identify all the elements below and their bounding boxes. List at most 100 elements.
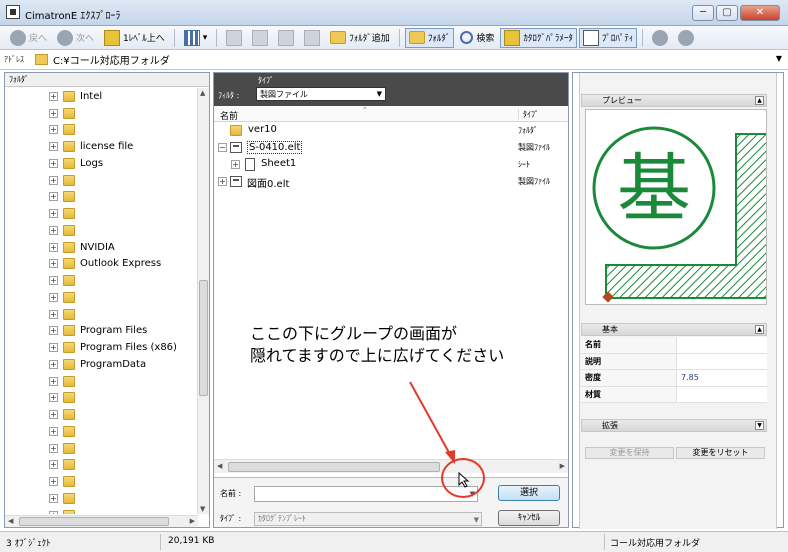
select-button[interactable]: 選択 bbox=[498, 485, 560, 501]
tree-item[interactable]: + bbox=[5, 222, 198, 239]
tree-item[interactable]: + bbox=[5, 390, 198, 407]
tree-hscroll-thumb[interactable] bbox=[19, 517, 169, 526]
expand-icon[interactable]: + bbox=[49, 309, 58, 319]
folders-toggle-button[interactable]: ﾌｫﾙﾀﾞ bbox=[404, 27, 455, 48]
tree-item[interactable]: + bbox=[5, 105, 198, 122]
file-row-folder[interactable]: ver10 ﾌｫﾙﾀﾞ bbox=[214, 122, 568, 139]
tree-item[interactable]: + Program Files bbox=[5, 323, 198, 340]
properties-button[interactable]: ﾌﾟﾛﾊﾟﾃｨ bbox=[578, 27, 638, 48]
catalog-params-button[interactable]: ｶﾀﾛｸﾞﾊﾟﾗﾒｰﾀ bbox=[500, 27, 577, 48]
expand-icon[interactable]: + bbox=[49, 125, 58, 135]
new-folder-button[interactable]: ﾌｫﾙﾀﾞ追加 bbox=[326, 28, 394, 48]
expand-icon[interactable]: + bbox=[49, 259, 58, 269]
extended-section-title[interactable]: 拡張 ▼ bbox=[581, 419, 767, 432]
expand-icon[interactable]: + bbox=[49, 343, 58, 353]
column-type-header[interactable]: ﾀｲﾌﾟ bbox=[518, 109, 539, 120]
tree-item[interactable]: + bbox=[5, 272, 198, 289]
expand-icon[interactable]: + bbox=[49, 175, 58, 185]
basic-section-title[interactable]: 基本 ▲ bbox=[581, 323, 767, 336]
tree-item[interactable]: + bbox=[5, 490, 198, 507]
tree-item[interactable]: + bbox=[5, 205, 198, 222]
expand-icon[interactable]: + bbox=[49, 410, 58, 420]
expand-icon[interactable]: + bbox=[49, 359, 58, 369]
tree-item[interactable]: + Program Files (x86) bbox=[5, 339, 198, 356]
scroll-left-icon[interactable]: ◀ bbox=[217, 462, 222, 470]
expand-icon[interactable]: + bbox=[49, 460, 58, 470]
tree-item[interactable]: + bbox=[5, 373, 198, 390]
scroll-right-icon[interactable]: ▶ bbox=[190, 517, 195, 525]
expand-section-icon[interactable]: ▼ bbox=[755, 421, 764, 430]
back-button[interactable]: 戻へ bbox=[6, 28, 51, 48]
tree-item[interactable]: + bbox=[5, 122, 198, 139]
collapse-section-icon[interactable]: ▲ bbox=[755, 325, 764, 334]
view-mode-button[interactable]: ▾ bbox=[180, 28, 212, 48]
file-list-hscroll-thumb[interactable] bbox=[228, 462, 440, 472]
expand-icon[interactable]: + bbox=[49, 142, 58, 152]
type-filter-select[interactable]: 製図ファイル bbox=[256, 87, 386, 101]
tree-vertical-scrollbar[interactable]: ▲ ▼ bbox=[197, 88, 209, 514]
file-row-drawing[interactable]: + 図面0.elt 製図ﾌｧｲﾙ bbox=[214, 173, 568, 190]
expand-icon[interactable]: + bbox=[49, 192, 58, 202]
maximize-button[interactable]: ▢ bbox=[716, 5, 738, 21]
search-button[interactable]: 検索 bbox=[456, 28, 498, 48]
scroll-left-icon[interactable]: ◀ bbox=[8, 517, 13, 525]
property-row[interactable]: 説明 bbox=[581, 353, 767, 370]
tree-item[interactable]: + Outlook Express bbox=[5, 256, 198, 273]
expand-icon[interactable]: + bbox=[49, 510, 58, 514]
tree-item[interactable]: + Logs bbox=[5, 155, 198, 172]
expand-icon[interactable]: + bbox=[49, 393, 58, 403]
file-list-horizontal-scrollbar[interactable]: ◀ ▶ bbox=[214, 459, 568, 473]
expand-icon[interactable]: + bbox=[49, 209, 58, 219]
tree-item[interactable]: + bbox=[5, 289, 198, 306]
expand-icon[interactable]: + bbox=[49, 477, 58, 487]
tree-item[interactable]: + bbox=[5, 507, 198, 514]
property-row[interactable]: 密度 7.85 bbox=[581, 370, 767, 387]
expand-icon[interactable]: + bbox=[49, 158, 58, 168]
cancel-button[interactable]: ｷｬﾝｾﾙ bbox=[498, 510, 560, 526]
tree-item[interactable]: + bbox=[5, 189, 198, 206]
tree-item[interactable]: + bbox=[5, 306, 198, 323]
expand-icon[interactable]: + bbox=[49, 108, 58, 118]
collapse-icon[interactable]: − bbox=[218, 143, 227, 152]
tree-item[interactable]: + NVIDIA bbox=[5, 239, 198, 256]
tree-scroll-thumb[interactable] bbox=[199, 280, 208, 396]
close-button[interactable]: ✕ bbox=[740, 5, 780, 21]
tree-item[interactable]: + bbox=[5, 473, 198, 490]
scroll-right-icon[interactable]: ▶ bbox=[560, 462, 565, 470]
zoom-out-button[interactable] bbox=[674, 28, 698, 48]
file-row-selected[interactable]: − S-0410.elt 製図ﾌｧｲﾙ bbox=[214, 139, 568, 156]
property-row[interactable]: 材質 bbox=[581, 386, 767, 403]
preview-section-title[interactable]: プレビュー ▲ bbox=[581, 94, 767, 107]
expand-icon[interactable]: + bbox=[49, 242, 58, 252]
address-dropdown-icon[interactable]: ▼ bbox=[776, 54, 782, 63]
tree-item[interactable]: + bbox=[5, 172, 198, 189]
cut-button[interactable] bbox=[222, 28, 246, 48]
type-field-select[interactable]: ｶﾀﾛｸﾞﾃﾝﾌﾟﾚｰﾄ bbox=[254, 512, 482, 526]
copy-button[interactable] bbox=[248, 28, 272, 48]
expand-icon[interactable]: + bbox=[49, 376, 58, 386]
minimize-button[interactable]: ─ bbox=[692, 5, 714, 21]
expand-icon[interactable]: + bbox=[49, 443, 58, 453]
keep-changes-button[interactable]: 変更を保持 bbox=[585, 447, 674, 459]
expand-icon[interactable]: + bbox=[49, 225, 58, 235]
expand-icon[interactable]: + bbox=[49, 292, 58, 302]
up-level-button[interactable]: 1ﾚﾍﾞﾙ上へ bbox=[100, 28, 169, 48]
reset-changes-button[interactable]: 変更をリセット bbox=[676, 447, 765, 459]
scroll-up-icon[interactable]: ▲ bbox=[200, 89, 205, 97]
column-name-header[interactable]: 名前 bbox=[220, 109, 238, 122]
zoom-in-button[interactable] bbox=[648, 28, 672, 48]
paste-button[interactable] bbox=[274, 28, 298, 48]
expand-icon[interactable]: + bbox=[49, 276, 58, 286]
tree-item[interactable]: + bbox=[5, 457, 198, 474]
expand-icon[interactable]: + bbox=[49, 326, 58, 336]
collapse-section-icon[interactable]: ▲ bbox=[755, 96, 764, 105]
tree-item[interactable]: + license file bbox=[5, 138, 198, 155]
expand-icon[interactable]: + bbox=[218, 177, 227, 186]
tree-item[interactable]: + bbox=[5, 406, 198, 423]
scroll-down-icon[interactable]: ▼ bbox=[200, 505, 205, 513]
property-row[interactable]: 名前 bbox=[581, 337, 767, 354]
address-bar[interactable]: ｱﾄﾞﾚｽ C:¥コール対応用フォルダ ▼ bbox=[0, 50, 788, 70]
tree-item[interactable]: + ProgramData bbox=[5, 356, 198, 373]
tree-item[interactable]: + Intel bbox=[5, 88, 198, 105]
tree-item[interactable]: + bbox=[5, 423, 198, 440]
